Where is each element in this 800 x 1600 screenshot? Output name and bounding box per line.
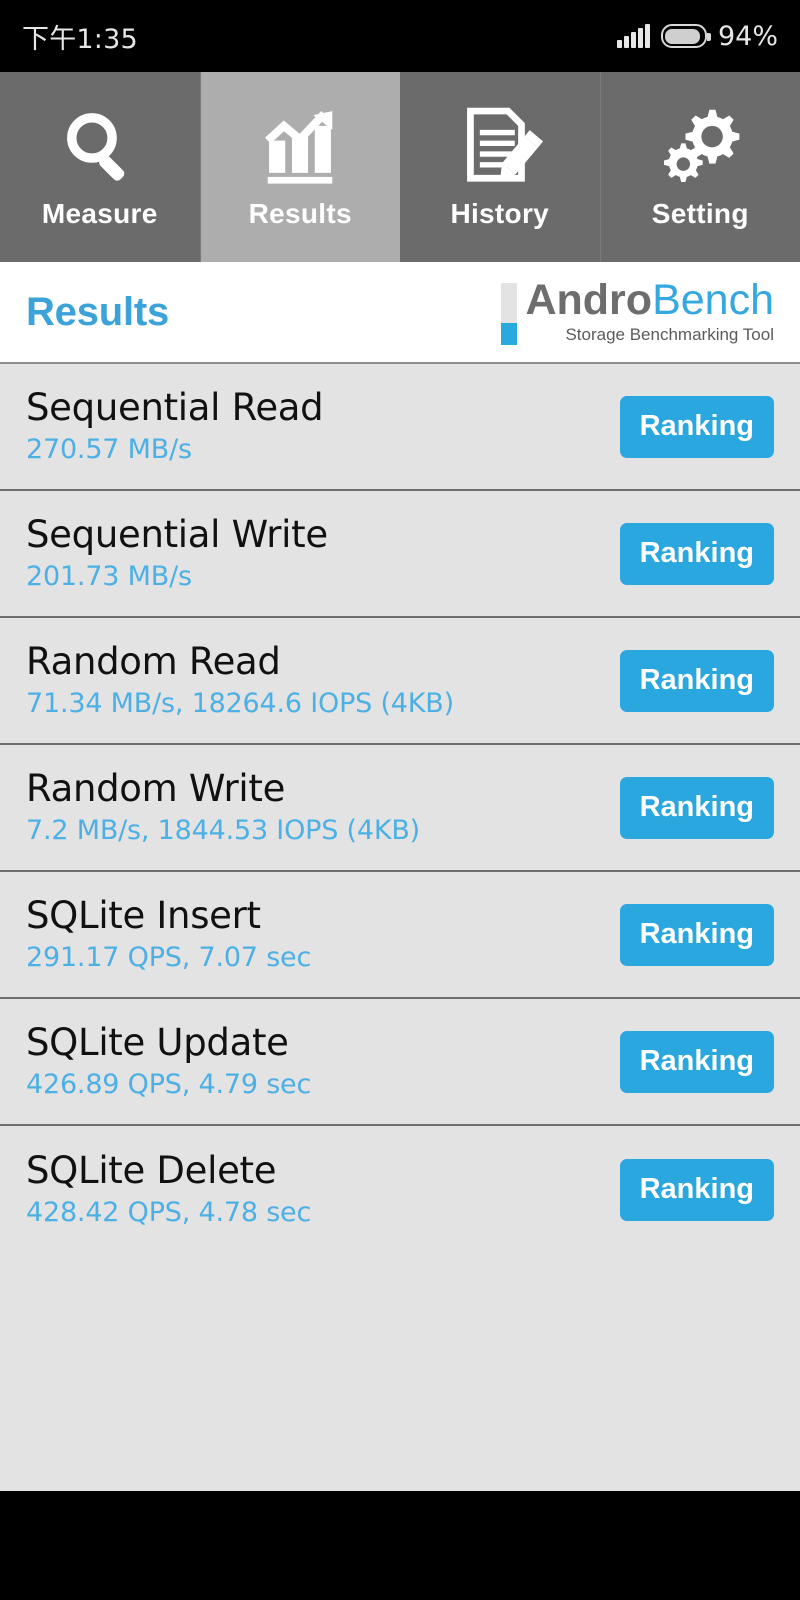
ranking-button[interactable]: Ranking	[619, 776, 774, 839]
status-indicators: 94%	[617, 21, 778, 52]
tab-results[interactable]: Results	[200, 72, 400, 262]
ranking-button[interactable]: Ranking	[619, 395, 774, 458]
result-title: SQLite Delete	[26, 1149, 277, 1193]
result-texts: Random Write 7.2 MB/s, 1844.53 IOPS (4KB…	[26, 769, 420, 846]
result-value: 291.17 QPS, 7.07 sec	[26, 942, 312, 974]
table-row[interactable]: Random Read 71.34 MB/s, 18264.6 IOPS (4K…	[0, 618, 800, 745]
tab-measure[interactable]: Measure	[0, 72, 201, 262]
result-title: Sequential Write	[26, 513, 328, 557]
result-value: 201.73 MB/s	[26, 561, 192, 593]
result-texts: SQLite Delete 428.42 QPS, 4.78 sec	[26, 1151, 311, 1228]
ranking-button[interactable]: Ranking	[619, 522, 774, 585]
brand-text: AndroBench Storage Benchmarking Tool	[525, 279, 774, 344]
ranking-button[interactable]: Ranking	[619, 1030, 774, 1093]
result-title: SQLite Insert	[26, 894, 261, 938]
status-time: 下午1:35	[22, 23, 138, 55]
result-value: 428.42 QPS, 4.78 sec	[26, 1197, 312, 1229]
tab-results-label: Results	[248, 198, 352, 229]
signal-bars-icon	[617, 24, 650, 48]
battery-icon	[660, 24, 711, 48]
brand-tagline: Storage Benchmarking Tool	[565, 324, 774, 344]
table-row[interactable]: SQLite Insert 291.17 QPS, 7.07 sec Ranki…	[0, 872, 800, 999]
result-title: Random Write	[26, 767, 286, 811]
tab-setting[interactable]: Setting	[600, 72, 800, 262]
table-row[interactable]: SQLite Update 426.89 QPS, 4.79 sec Ranki…	[0, 999, 800, 1126]
tab-measure-label: Measure	[41, 198, 158, 229]
result-texts: Sequential Read 270.57 MB/s	[26, 386, 324, 466]
battery-percent: 94%	[717, 20, 778, 52]
table-row[interactable]: Random Write 7.2 MB/s, 1844.53 IOPS (4KB…	[0, 745, 800, 872]
ranking-button[interactable]: Ranking	[619, 1158, 774, 1221]
logo-bar-icon	[501, 283, 518, 345]
system-navigation-bar	[0, 1491, 800, 1589]
document-pencil-icon	[457, 96, 543, 196]
tab-history[interactable]: History	[400, 72, 601, 262]
brand-name: AndroBench	[525, 276, 774, 325]
result-value: 71.34 MB/s, 18264.6 IOPS (4KB)	[26, 688, 454, 720]
bar-chart-arrow-icon	[257, 96, 343, 196]
page-header: Results AndroBench Storage Benchmarking …	[0, 262, 800, 362]
result-title: Random Read	[26, 640, 281, 684]
androbench-logo: AndroBench Storage Benchmarking Tool	[501, 279, 774, 345]
table-row[interactable]: Sequential Write 201.73 MB/s Ranking	[0, 491, 800, 618]
tab-setting-label: Setting	[651, 198, 749, 229]
result-title: Sequential Read	[26, 386, 324, 430]
ranking-button[interactable]: Ranking	[619, 903, 774, 966]
result-value: 270.57 MB/s	[26, 434, 192, 466]
ranking-button[interactable]: Ranking	[619, 649, 774, 712]
result-texts: SQLite Update 426.89 QPS, 4.79 sec	[26, 1023, 311, 1100]
page-title: Results	[26, 289, 170, 334]
result-title: SQLite Update	[26, 1021, 289, 1065]
table-row[interactable]: Sequential Read 270.57 MB/s Ranking	[0, 364, 800, 491]
result-value: 426.89 QPS, 4.79 sec	[26, 1069, 312, 1101]
brand-name-second: Bench	[652, 276, 774, 325]
table-row[interactable]: SQLite Delete 428.42 QPS, 4.78 sec Ranki…	[0, 1126, 800, 1253]
tab-history-label: History	[450, 198, 550, 229]
main-tab-bar: Measure Results History Setting	[0, 72, 800, 262]
results-list: Sequential Read 270.57 MB/s Ranking Sequ…	[0, 362, 800, 1491]
gears-icon	[657, 96, 743, 196]
result-texts: Sequential Write 201.73 MB/s	[26, 515, 328, 592]
result-texts: Random Read 71.34 MB/s, 18264.6 IOPS (4K…	[26, 642, 454, 719]
brand-name-first: Andro	[525, 276, 653, 325]
result-texts: SQLite Insert 291.17 QPS, 7.07 sec	[26, 896, 311, 973]
status-bar: 下午1:35 94%	[0, 0, 800, 72]
magnifier-icon	[57, 96, 143, 196]
result-value: 7.2 MB/s, 1844.53 IOPS (4KB)	[26, 815, 420, 847]
phone-screen: 下午1:35 94% Measure Results History Setti…	[0, 0, 800, 1600]
